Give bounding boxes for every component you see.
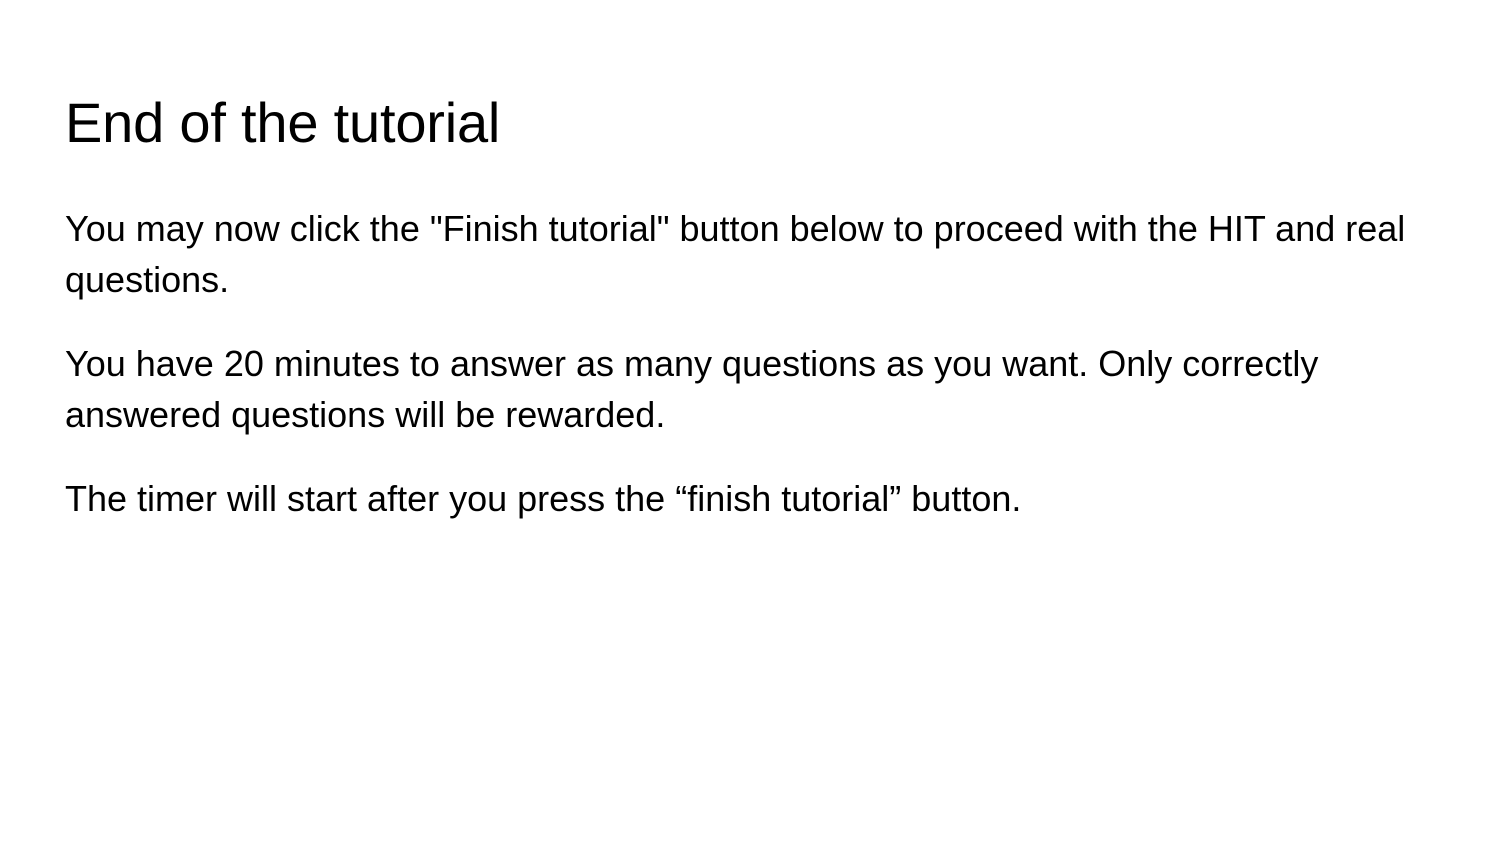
slide-body: You may now click the "Finish tutorial" … [65,203,1440,557]
instruction-paragraph-finish: You may now click the "Finish tutorial" … [65,208,1406,300]
slide-title: End of the tutorial [65,91,501,154]
tutorial-end-slide: End of the tutorial You may now click th… [0,0,1500,844]
instruction-paragraph-timer: The timer will start after you press the… [65,478,1022,519]
instruction-paragraph-time-limit: You have 20 minutes to answer as many qu… [65,343,1319,435]
